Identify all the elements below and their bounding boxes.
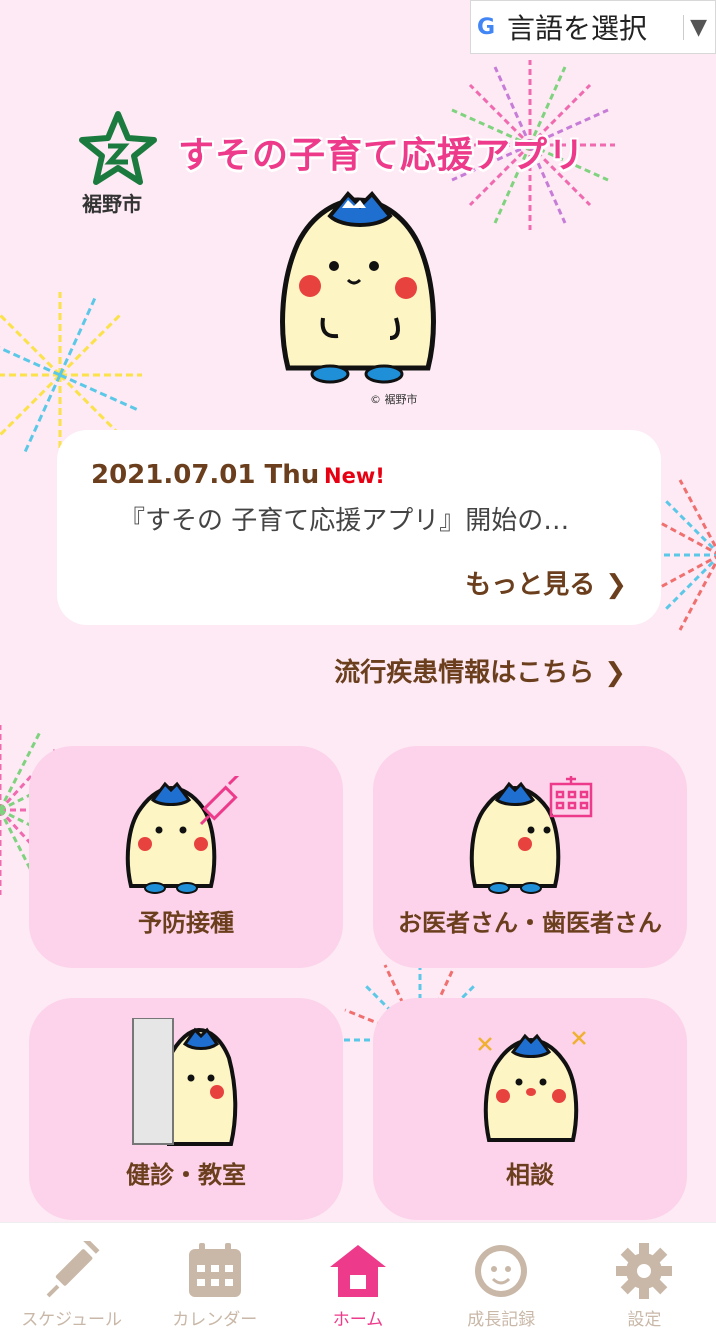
google-g-icon: G bbox=[477, 14, 496, 40]
calendar-icon bbox=[188, 1243, 241, 1297]
tile-label: お医者さん・歯医者さん bbox=[398, 909, 662, 937]
nav-item-growth[interactable]: 成長記録 bbox=[430, 1223, 573, 1334]
nav-item-calendar[interactable]: カレンダー bbox=[143, 1223, 286, 1334]
nav-item-home[interactable]: ホーム bbox=[286, 1223, 429, 1334]
mascot-door-icon bbox=[132, 1018, 238, 1146]
news-headline[interactable]: 『すその 子育て応援アプリ』開始の… bbox=[119, 500, 569, 537]
syringe-icon bbox=[46, 1241, 100, 1298]
language-selector-label: 言語を選択 bbox=[507, 12, 648, 45]
tile-label: 相談 bbox=[506, 1161, 554, 1189]
baby-face-icon bbox=[475, 1245, 528, 1297]
mascot-happy-icon bbox=[478, 1031, 586, 1142]
more-link-label: もっと見る bbox=[465, 570, 596, 600]
news-card[interactable]: 2021.07.01 Thu New! 『すその 子育て応援アプリ』開始の… も… bbox=[57, 430, 661, 625]
disease-info-label: 流行疾患情報はこちら bbox=[334, 658, 595, 688]
bottom-navigation: スケジュール カレンダー ホーム 成長記録 設定 bbox=[0, 1222, 716, 1334]
city-emblem-icon bbox=[79, 111, 157, 185]
gear-icon bbox=[616, 1243, 673, 1299]
nav-item-settings[interactable]: 設定 bbox=[573, 1223, 716, 1334]
disease-info-link[interactable]: 流行疾患情報はこちら ❯ bbox=[334, 652, 626, 689]
tile-doctors[interactable]: お医者さん・歯医者さん bbox=[373, 746, 687, 968]
home-icon bbox=[330, 1245, 386, 1297]
city-name: 裾野市 bbox=[82, 192, 142, 216]
tile-checkups[interactable]: 健診・教室 bbox=[29, 998, 343, 1220]
tile-label: 健診・教室 bbox=[126, 1161, 246, 1189]
tile-label: 予防接種 bbox=[138, 909, 234, 937]
nav-item-schedule[interactable]: スケジュール bbox=[0, 1223, 143, 1334]
tile-vaccination[interactable]: 予防接種 bbox=[29, 746, 343, 968]
chevron-right-icon: ❯ bbox=[605, 570, 627, 600]
language-selector[interactable]: G 言語を選択 ▼ bbox=[470, 0, 716, 54]
tile-consultation[interactable]: 相談 bbox=[373, 998, 687, 1220]
nav-label: 設定 bbox=[627, 1310, 662, 1330]
nav-label: カレンダー bbox=[172, 1310, 258, 1330]
mascot-hospital-icon bbox=[469, 776, 593, 894]
new-badge: New! bbox=[324, 464, 385, 488]
nav-label: ホーム bbox=[332, 1310, 384, 1330]
chevron-right-icon: ❯ bbox=[604, 658, 626, 688]
mascot-character-icon bbox=[280, 191, 436, 384]
mascot-syringe-icon bbox=[125, 776, 240, 894]
app-title: すその子育て応援アプリ bbox=[178, 135, 586, 176]
more-link[interactable]: もっと見る ❯ bbox=[465, 564, 627, 601]
dropdown-arrow-icon: ▼ bbox=[683, 15, 707, 40]
nav-label: スケジュール bbox=[21, 1310, 122, 1330]
copyright-text: © 裾野市 bbox=[370, 393, 418, 406]
news-date: 2021.07.01 Thu bbox=[91, 460, 320, 490]
nav-label: 成長記録 bbox=[467, 1310, 536, 1330]
